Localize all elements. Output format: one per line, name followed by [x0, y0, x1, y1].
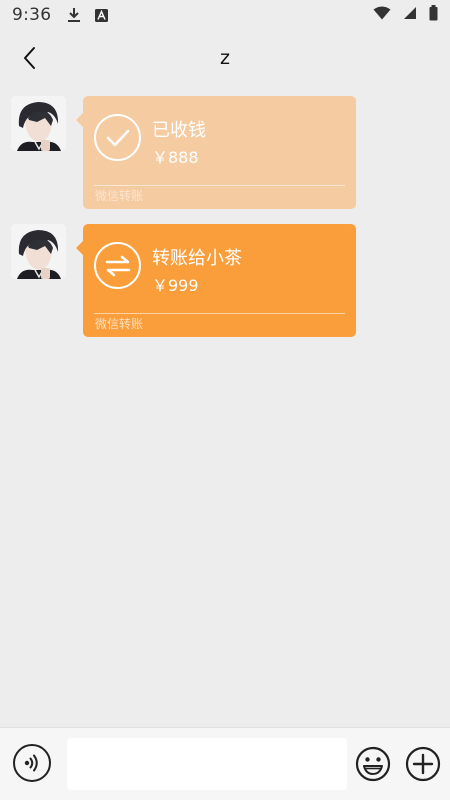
chevron-left-icon — [24, 47, 35, 69]
avatar[interactable] — [11, 224, 66, 279]
input-bar — [0, 727, 450, 800]
avatar[interactable] — [11, 96, 66, 151]
transfer-amount: ￥888 — [152, 148, 199, 167]
status-bar: 9:36 — [0, 0, 450, 30]
transfer-card[interactable]: 已收钱 ￥888 微信转账 — [76, 96, 356, 209]
divider — [94, 185, 345, 186]
status-time: 9:36 — [12, 5, 52, 25]
app-notification-icon — [95, 8, 109, 22]
transfer-footer: 微信转账 — [95, 317, 144, 331]
battery-icon — [429, 4, 438, 26]
transfer-title: 已收钱 — [152, 120, 206, 141]
voice-button[interactable] — [13, 744, 51, 782]
wifi-icon — [373, 5, 391, 25]
message-input[interactable] — [67, 738, 347, 790]
emoji-icon — [355, 746, 391, 782]
transfer-arrows-icon — [94, 242, 141, 289]
check-icon — [94, 114, 141, 161]
emoji-button[interactable] — [355, 746, 391, 782]
transfer-card[interactable]: 转账给小茶 ￥999 微信转账 — [76, 224, 356, 337]
voice-icon — [24, 754, 38, 772]
chat-title: z — [220, 47, 230, 69]
transfer-footer: 微信转账 — [95, 189, 144, 203]
plus-icon — [405, 746, 441, 782]
download-icon — [67, 7, 81, 23]
signal-icon — [403, 5, 417, 25]
transfer-amount: ￥999 — [152, 276, 199, 295]
divider — [94, 313, 345, 314]
more-button[interactable] — [405, 746, 441, 782]
chat-header: z — [0, 30, 450, 86]
transfer-title: 转账给小茶 — [152, 248, 242, 269]
back-button[interactable] — [14, 42, 46, 74]
